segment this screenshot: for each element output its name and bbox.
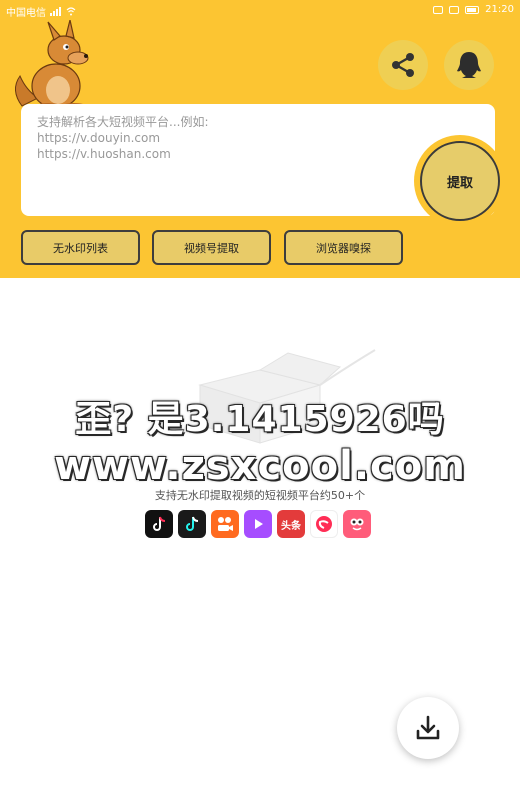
kuaishou-icon [211,510,239,538]
battery-icon [465,5,480,14]
pipixia-icon [310,510,338,538]
xigua-icon [343,510,371,538]
share-icon [392,53,414,77]
watermark-overlay: 歪? 是3.1415926吗 www.zsxcool.com [0,398,520,490]
channels-extract-button[interactable]: 视频号提取 [152,230,271,265]
header: 中国电信 21:20 支持解析各大短视频平台...例如: https://v.d… [0,0,520,278]
carrier-label: 中国电信 [6,8,46,19]
download-button[interactable] [397,697,459,759]
platform-icons: 头条 [145,510,371,538]
weishi-icon [244,510,272,538]
qq-penguin-icon [457,52,481,78]
wifi-icon [66,7,76,16]
kangaroo-mascot [15,20,89,108]
extract-label: 提取 [420,141,500,221]
signal-icon [50,7,61,16]
notification-icon [433,5,444,14]
qq-button[interactable] [444,40,494,90]
download-icon [416,715,440,740]
status-bar: 中国电信 21:20 [0,0,520,22]
status-time: 21:20 [485,4,514,15]
extract-button[interactable]: 提取 [414,135,506,227]
watermark-free-list-button[interactable]: 无水印列表 [21,230,140,265]
toutiao-icon: 头条 [277,510,305,538]
douyin-lite-icon [178,510,206,538]
watermark-line1: 歪? 是3.1415926吗 [75,399,445,440]
share-button[interactable] [378,40,428,90]
url-input[interactable] [37,114,417,204]
browser-sniff-button[interactable]: 浏览器嗅探 [284,230,403,265]
supported-platforms-text: 支持无水印提取视频的短视频平台约50+个 [154,489,366,502]
vibrate-icon [449,5,460,14]
douyin-icon [145,510,173,538]
watermark-line2: www.zsxcool.com [54,443,466,489]
